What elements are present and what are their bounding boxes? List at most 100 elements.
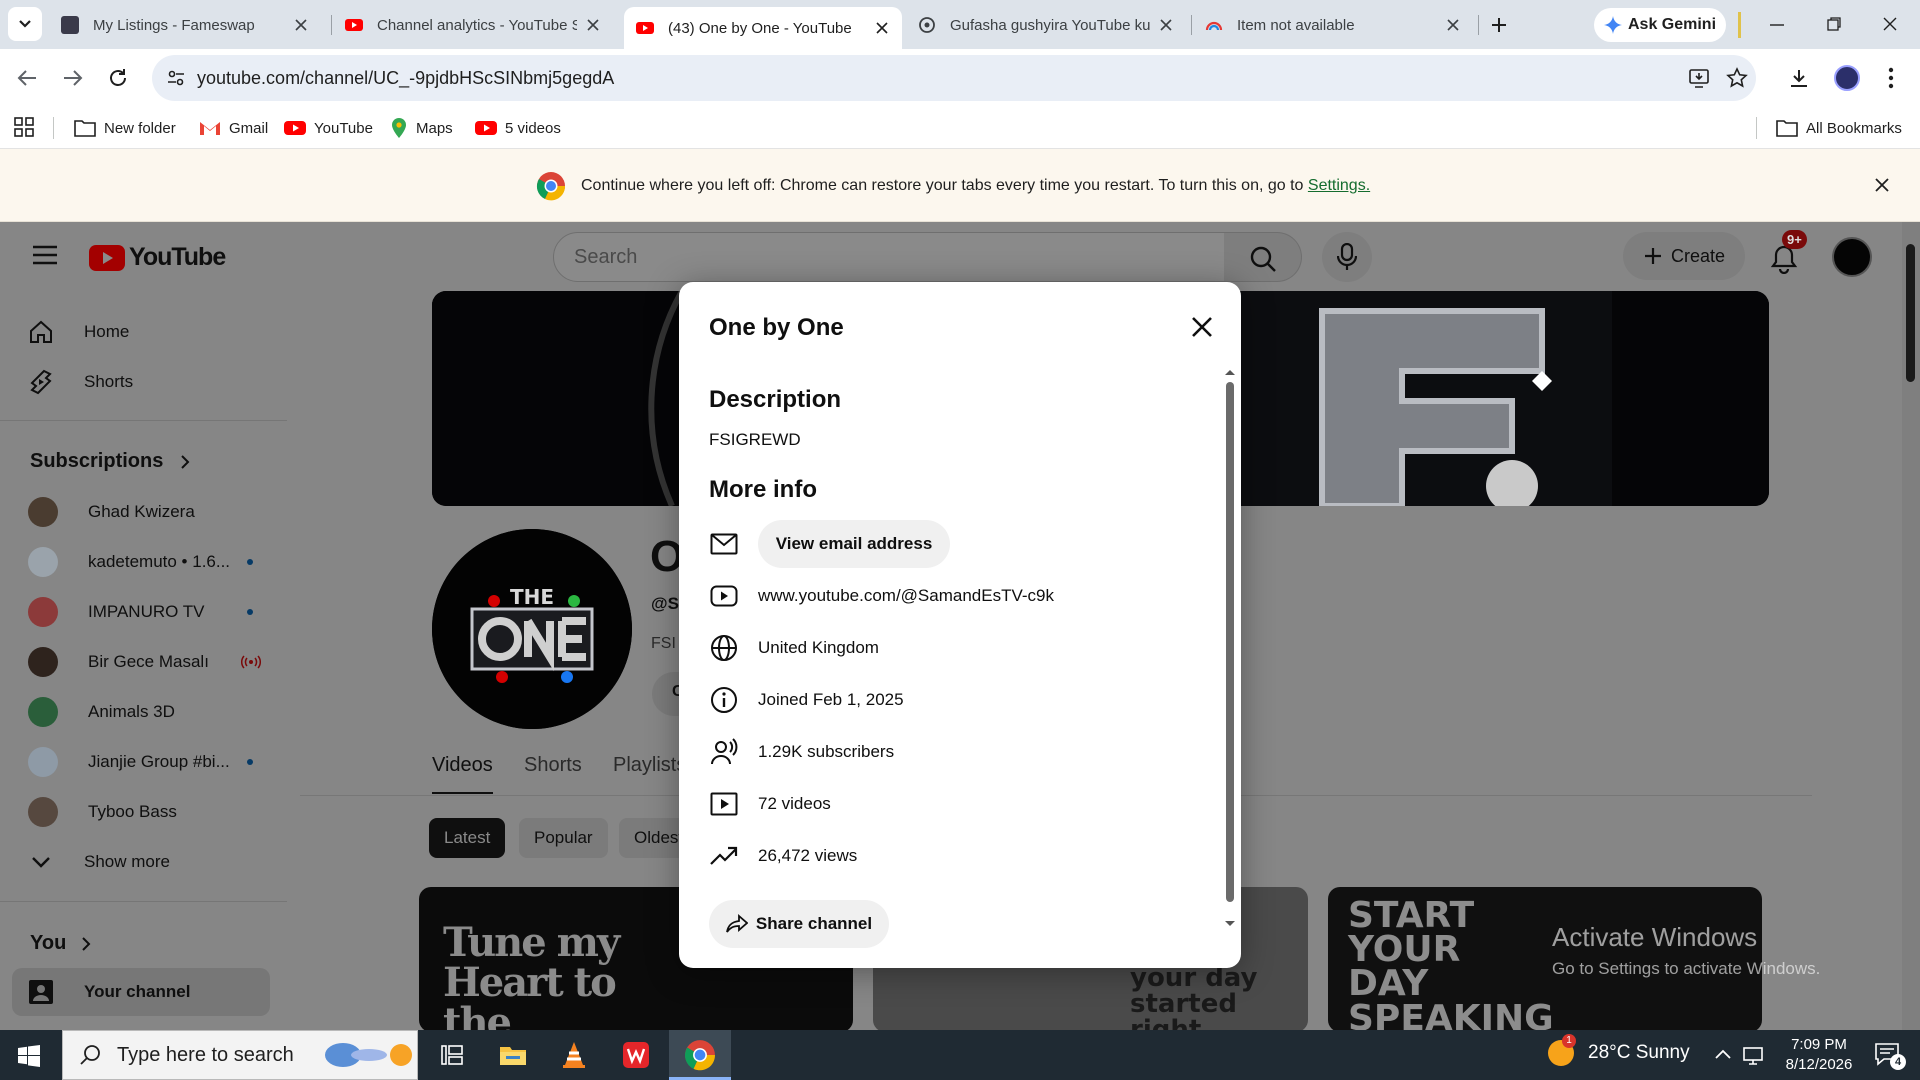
subscription-item[interactable]: Tyboo Bass — [12, 788, 270, 836]
tab-playlists[interactable]: Playlists — [613, 754, 686, 777]
channel-avatar-icon — [28, 497, 58, 527]
notifications-button[interactable]: 9+ — [1762, 230, 1807, 280]
subscription-item[interactable]: Jianjie Group #bi... — [12, 738, 270, 786]
scroll-down-arrow-icon[interactable] — [1224, 920, 1236, 928]
close-icon[interactable] — [1445, 17, 1461, 33]
tab-one-by-one[interactable]: (43) One by One - YouTube — [624, 7, 902, 49]
bookmark-5-videos[interactable]: 5 videos — [475, 115, 561, 141]
tab-gufasha[interactable]: Gufasha gushyira YouTube kuri — [906, 7, 1186, 43]
reload-icon[interactable] — [107, 67, 129, 89]
folder-icon — [74, 120, 96, 137]
channel-avatar-icon — [28, 547, 58, 577]
dialog-scrollbar-thumb[interactable] — [1226, 382, 1234, 902]
show-more-button[interactable]: Show more — [12, 838, 270, 886]
omnibox[interactable]: youtube.com/channel/UC_-9pjdbHScSINbmj5g… — [152, 55, 1756, 101]
subscriptions-heading[interactable]: Subscriptions — [30, 450, 191, 473]
window-close-icon[interactable] — [1882, 16, 1898, 32]
task-view-icon[interactable] — [436, 1039, 468, 1071]
install-app-icon[interactable] — [1688, 67, 1710, 89]
sidebar-item-your-channel[interactable]: Your channel — [12, 968, 270, 1016]
vlc-icon[interactable] — [558, 1039, 590, 1071]
new-content-dot — [247, 609, 253, 615]
forward-arrow-icon[interactable] — [62, 68, 84, 88]
tab-item-not-available[interactable]: Item not available — [1193, 7, 1473, 43]
subscription-item[interactable]: Animals 3D — [12, 688, 270, 736]
apps-grid-icon[interactable] — [14, 117, 34, 137]
site-info-icon[interactable] — [166, 68, 186, 88]
tab-shorts[interactable]: Shorts — [524, 754, 582, 777]
wps-office-icon[interactable] — [620, 1039, 652, 1071]
tab-channel-analytics[interactable]: Channel analytics - YouTube Studio — [333, 7, 613, 43]
restore-icon[interactable] — [1826, 16, 1842, 32]
subscription-item[interactable]: Bir Gece Masalı — [12, 638, 270, 686]
close-icon[interactable] — [1158, 17, 1174, 33]
profile-avatar[interactable] — [1834, 65, 1860, 91]
tab-fameswap[interactable]: My Listings - Fameswap — [49, 7, 321, 43]
taskbar-chrome-active[interactable] — [669, 1030, 731, 1080]
channel-description-fragment: FSI — [651, 635, 676, 652]
ask-gemini-button[interactable]: Ask Gemini — [1594, 8, 1726, 42]
create-button[interactable]: Create — [1623, 232, 1745, 280]
infobar-close-icon[interactable] — [1874, 177, 1890, 193]
notification-badge: 9+ — [1782, 230, 1807, 249]
bookmark-gmail[interactable]: Gmail — [199, 115, 268, 141]
tab-search-button[interactable] — [8, 7, 42, 41]
subscribers-row: 1.29K subscribers — [709, 734, 894, 770]
subscription-name: Tyboo Bass — [88, 802, 177, 821]
search-input[interactable]: Search — [553, 232, 1225, 282]
more-vertical-icon[interactable] — [1888, 66, 1894, 90]
subscription-item[interactable]: IMPANURO TV — [12, 588, 270, 636]
bookmark-new-folder[interactable]: New folder — [74, 115, 176, 141]
you-heading[interactable]: You — [30, 932, 92, 955]
notification-center-button[interactable]: 4 — [1874, 1042, 1906, 1070]
close-icon[interactable] — [585, 17, 601, 33]
minimize-icon[interactable] — [1768, 18, 1786, 32]
you-title: You — [30, 932, 67, 954]
scrollbar-thumb[interactable] — [1906, 244, 1915, 382]
tab-videos[interactable]: Videos — [432, 754, 493, 777]
subscription-item[interactable]: Ghad Kwizera — [12, 488, 270, 536]
youtube-logo[interactable]: YouTube — [89, 243, 226, 272]
dialog-close-icon[interactable] — [1189, 314, 1215, 340]
infobar-settings-link[interactable]: Settings. — [1308, 177, 1370, 194]
subscription-item[interactable]: kadetemuto • 1.6... — [12, 538, 270, 586]
close-icon[interactable] — [874, 20, 890, 36]
sidebar-item-shorts[interactable]: Shorts — [12, 358, 270, 406]
voice-search-button[interactable] — [1322, 232, 1372, 282]
sidebar-item-home[interactable]: Home — [12, 308, 270, 356]
page-scrollbar[interactable] — [1902, 222, 1920, 1030]
taskbar-clock[interactable]: 7:09 PM 8/12/2026 — [1774, 1035, 1864, 1075]
chip-latest[interactable]: Latest — [429, 818, 506, 858]
chevron-up-icon[interactable] — [1714, 1048, 1732, 1060]
close-icon[interactable] — [293, 17, 309, 33]
account-avatar[interactable] — [1832, 237, 1872, 277]
bookmark-maps[interactable]: Maps — [390, 115, 453, 141]
search-button[interactable] — [1224, 232, 1302, 282]
channel-url-link[interactable]: www.youtube.com/@SamandEsTV-c9k — [758, 586, 1054, 606]
taskbar-search-input[interactable]: Type here to search — [62, 1030, 418, 1080]
all-bookmarks-button[interactable]: All Bookmarks — [1776, 115, 1902, 141]
country-text: United Kingdom — [758, 638, 879, 657]
view-email-button[interactable]: View email address — [758, 520, 950, 568]
restore-tabs-infobar: Continue where you left off: Chrome can … — [0, 149, 1920, 222]
bookmark-star-icon[interactable] — [1726, 67, 1748, 89]
windows-start-icon[interactable] — [18, 1045, 40, 1067]
back-arrow-icon[interactable] — [16, 68, 38, 88]
clock-date: 8/12/2026 — [1785, 1056, 1853, 1073]
file-explorer-icon[interactable] — [497, 1039, 529, 1071]
new-tab-plus-icon[interactable] — [1489, 15, 1509, 35]
bookmark-youtube[interactable]: YouTube — [284, 115, 373, 141]
share-channel-button[interactable]: Share channel — [709, 900, 889, 948]
gmail-icon — [200, 122, 220, 135]
youtube-favicon-icon — [636, 22, 654, 34]
scroll-up-arrow-icon[interactable] — [1224, 368, 1236, 376]
network-icon[interactable] — [1742, 1044, 1764, 1066]
chip-popular[interactable]: Popular — [519, 818, 608, 858]
dialog-scrollbar[interactable] — [1224, 370, 1236, 942]
download-icon[interactable] — [1788, 67, 1810, 89]
channel-avatar-icon — [28, 797, 58, 827]
videos-row: 72 videos — [709, 786, 831, 822]
menu-hamburger-icon[interactable] — [32, 245, 58, 265]
url-text[interactable]: youtube.com/channel/UC_-9pjdbHScSINbmj5g… — [197, 68, 614, 89]
weather-widget[interactable]: 1 28°C Sunny — [1548, 1034, 1690, 1066]
